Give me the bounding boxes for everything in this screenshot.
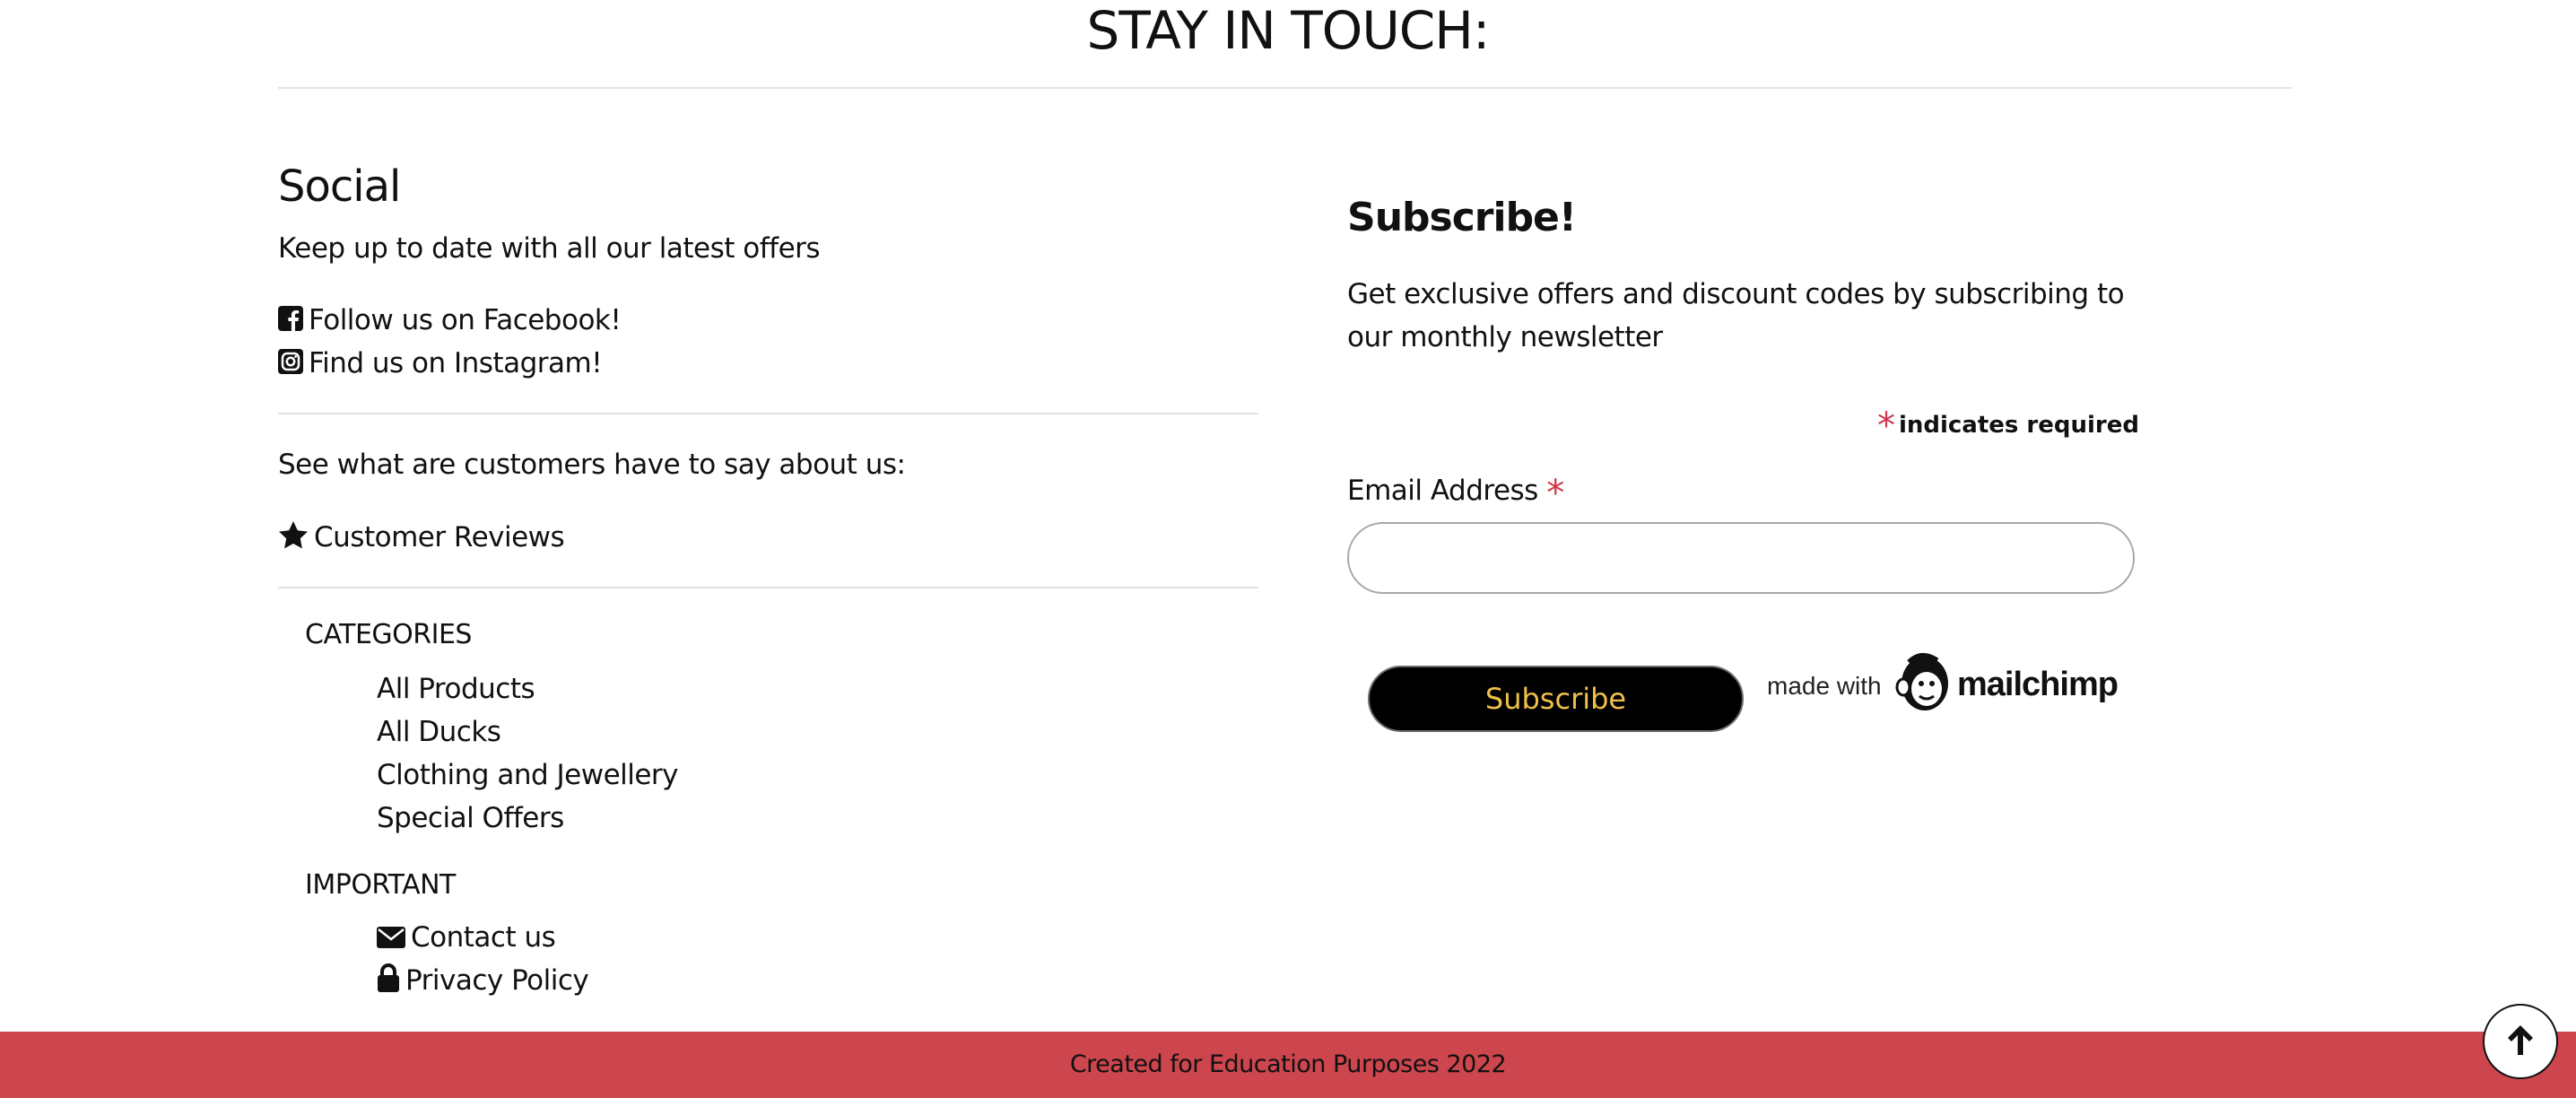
category-link-special-offers[interactable]: Special Offers: [377, 800, 564, 836]
facebook-link[interactable]: Follow us on Facebook!: [278, 302, 622, 340]
footer-text: Created for Education Purposes 2022: [1069, 1050, 1507, 1078]
instagram-icon: [278, 347, 303, 383]
reviews-divider: [278, 587, 1258, 588]
categories-heading: CATEGORIES: [305, 619, 472, 650]
required-asterisk: *: [1876, 405, 1895, 447]
social-divider: [278, 413, 1258, 414]
page-title: STAY IN TOUCH:: [1086, 0, 1491, 61]
privacy-policy-label: Privacy Policy: [405, 964, 589, 997]
facebook-link-label: Follow us on Facebook!: [309, 304, 622, 336]
facebook-icon: [278, 304, 303, 340]
lock-icon: [377, 963, 400, 1001]
star-icon: [278, 520, 309, 558]
category-link-all-products[interactable]: All Products: [377, 671, 535, 707]
social-heading: Social: [278, 161, 401, 212]
required-note: * indicates required: [1776, 405, 2139, 446]
email-label: Email Address *: [1347, 468, 1568, 516]
back-to-top-button[interactable]: [2483, 1004, 2558, 1079]
email-label-text: Email Address: [1347, 475, 1538, 507]
required-note-text: indicates required: [1898, 412, 2139, 439]
title-divider: [278, 87, 2292, 89]
mailchimp-wordmark[interactable]: mailchimp: [1957, 661, 2119, 708]
social-tagline: Keep up to date with all our latest offe…: [278, 232, 821, 265]
reviews-prompt: See what are customers have to say about…: [278, 449, 906, 481]
email-required-asterisk: *: [1546, 473, 1564, 514]
category-link-all-ducks[interactable]: All Ducks: [377, 714, 501, 750]
mailchimp-logo-icon[interactable]: [1894, 651, 1954, 718]
instagram-link[interactable]: Find us on Instagram!: [278, 345, 603, 383]
contact-us-label: Contact us: [411, 921, 556, 954]
category-link-clothing-jewellery[interactable]: Clothing and Jewellery: [377, 757, 679, 793]
subscribe-description: Get exclusive offers and discount codes …: [1347, 278, 2125, 353]
envelope-icon: [377, 921, 405, 957]
customer-reviews-label: Customer Reviews: [314, 521, 565, 553]
arrow-up-icon: [2504, 1023, 2537, 1060]
subscribe-button[interactable]: Subscribe: [1368, 666, 1744, 732]
instagram-link-label: Find us on Instagram!: [309, 347, 603, 379]
subscribe-heading: Subscribe!: [1347, 195, 1577, 240]
contact-us-link[interactable]: Contact us: [377, 919, 556, 957]
email-input[interactable]: [1347, 522, 2135, 594]
important-heading: IMPORTANT: [305, 869, 456, 901]
privacy-policy-link[interactable]: Privacy Policy: [377, 963, 589, 1001]
footer: Created for Education Purposes 2022: [0, 1032, 2576, 1098]
customer-reviews-link[interactable]: Customer Reviews: [278, 519, 565, 558]
made-with-label: made with: [1767, 672, 1882, 700]
